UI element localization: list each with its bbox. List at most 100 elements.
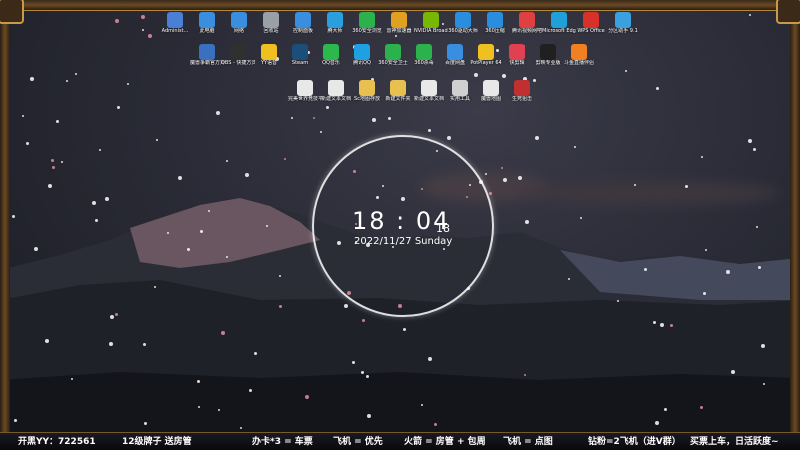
- desktop-icon[interactable]: 生死狙击: [505, 80, 539, 102]
- desktop-icon[interactable]: 360安全浏览: [350, 12, 384, 34]
- snowflake: [447, 136, 451, 140]
- desktop-icon[interactable]: 实用工具: [443, 80, 477, 102]
- snowflake: [226, 256, 228, 258]
- snowflake: [279, 305, 282, 308]
- snowflake: [501, 167, 503, 169]
- desktop-icon[interactable]: 完美世界竞技平台: [288, 80, 322, 102]
- desktop-icon[interactable]: QQ音乐: [314, 44, 348, 66]
- game-icon: [514, 80, 530, 96]
- desktop-icon-label: 回收站: [263, 28, 279, 34]
- desktop-icon-label: 魔兽地图: [480, 96, 501, 102]
- desktop-icon[interactable]: PotPlayer 64: [469, 44, 503, 66]
- desktop-icon[interactable]: 360安全卫士: [376, 44, 410, 66]
- desktop-icon-label: 360安全卫士: [378, 60, 408, 66]
- shield-icon: [385, 44, 401, 60]
- snowflake: [655, 421, 659, 425]
- snowflake: [117, 106, 120, 109]
- snowflake: [154, 286, 156, 288]
- snowflake: [503, 178, 507, 182]
- snowflake: [366, 375, 369, 378]
- snowflake: [266, 225, 268, 227]
- desktop-icon[interactable]: 新建文本文档: [412, 80, 446, 102]
- snowflake: [144, 422, 147, 425]
- desktop-icon[interactable]: 快剪辑: [500, 44, 534, 66]
- ticker-item: 买票上车，日活跃度~: [690, 437, 779, 447]
- desktop-icon[interactable]: 分区助手 9.1: [606, 12, 640, 34]
- snowflake: [14, 419, 17, 422]
- desktop-icon[interactable]: Administ...: [158, 12, 192, 34]
- desktop-icon[interactable]: WPS Office: [574, 12, 608, 34]
- desktop-icon[interactable]: 360杀毒: [407, 44, 441, 66]
- desktop-icon[interactable]: 雷神加速器: [382, 12, 416, 34]
- snowflake: [320, 131, 322, 133]
- partition-icon: [615, 12, 631, 28]
- desktop-icon-label: 雷神加速器: [386, 28, 412, 34]
- desktop-icon[interactable]: 腾讯视频网吧: [510, 12, 544, 34]
- desktop-icon[interactable]: 新建文件夹: [381, 80, 415, 102]
- desktop-icon[interactable]: YY语音: [252, 44, 286, 66]
- desktop-icon[interactable]: 剪映专业版: [531, 44, 565, 66]
- snowflake: [110, 315, 114, 319]
- snowflake: [105, 197, 109, 201]
- desktop-icon[interactable]: 腾讯QQ: [345, 44, 379, 66]
- desktop-icon[interactable]: 新建文本文档: [319, 80, 353, 102]
- tools-icon: [452, 80, 468, 96]
- folder-icon: [390, 80, 406, 96]
- desktop-icon[interactable]: 斗鱼直播伴侣: [562, 44, 596, 66]
- snowflake: [178, 176, 182, 180]
- desktop-icon-label: 新建文本文档: [413, 96, 444, 102]
- desktop-icon[interactable]: OBS - 快捷方式: [221, 44, 255, 66]
- desktop-icon[interactable]: 魔兽地图: [474, 80, 508, 102]
- desktop-icon-label: Administ...: [161, 28, 189, 34]
- desktop-icon-label: 360压缩: [485, 28, 505, 34]
- snowflake: [700, 406, 703, 409]
- snowflake: [52, 166, 55, 169]
- desktop-icon-label: 实用工具: [449, 96, 470, 102]
- desktop-icon-label: 分区助手 9.1: [608, 28, 638, 34]
- snowflake: [574, 146, 576, 148]
- desktop-icon[interactable]: Microsoft Edge: [542, 12, 576, 34]
- file-icon: [421, 80, 437, 96]
- recycle-bin-icon: [263, 12, 279, 28]
- snowflake: [644, 268, 647, 271]
- desktop-icon-label: 360驱动大师: [448, 28, 478, 34]
- snowflake: [249, 389, 252, 392]
- snowflake: [142, 29, 144, 31]
- desktop-icon[interactable]: 魔兽争霸官方对战平台: [190, 44, 224, 66]
- desktop-icon-label: WPS Office: [577, 28, 605, 34]
- snowflake: [660, 323, 664, 327]
- desktop-icon[interactable]: Sc地图存放: [350, 80, 384, 102]
- frame-border-left: [0, 0, 10, 432]
- snowflake: [748, 139, 752, 143]
- snowflake: [761, 344, 765, 348]
- desktop-icon[interactable]: 360压缩: [478, 12, 512, 34]
- snowflake: [141, 15, 145, 19]
- ticker-item: 开黑YY：722561: [18, 437, 96, 447]
- desktop-icon-label: 新建文件夹: [385, 96, 411, 102]
- desktop-icon[interactable]: NVIDIA Broadcast: [414, 12, 448, 34]
- snowflake: [45, 339, 49, 343]
- desktop-icon[interactable]: 回收站: [254, 12, 288, 34]
- desktop-icon[interactable]: 此电脑: [190, 12, 224, 34]
- snowflake: [22, 115, 24, 117]
- snowflake: [30, 77, 34, 81]
- desktop-icon-label: 魔兽争霸官方对战平台: [190, 60, 224, 66]
- desktop-icon-label: 360杀毒: [414, 60, 434, 66]
- accelerator-icon: [391, 12, 407, 28]
- control-panel-icon: [295, 12, 311, 28]
- snowflake: [254, 352, 257, 355]
- desktop-icon[interactable]: 360驱动大师: [446, 12, 480, 34]
- zip-icon: [487, 12, 503, 28]
- desktop-icon[interactable]: 控制面板: [286, 12, 320, 34]
- desktop-icon-label: 腾讯QQ: [353, 60, 371, 66]
- desktop-icon[interactable]: 网络: [222, 12, 256, 34]
- snowflake: [352, 361, 355, 364]
- desktop-icon[interactable]: Steam: [283, 44, 317, 66]
- desktop-icon-label: 快剪辑: [509, 60, 525, 66]
- snowflake: [731, 370, 735, 374]
- user-icon: [167, 12, 183, 28]
- snowflake: [56, 120, 59, 123]
- desktop-icon[interactable]: 百度网盘: [438, 44, 472, 66]
- frame-border-top: [0, 0, 800, 11]
- desktop-icon[interactable]: 腾大师: [318, 12, 352, 34]
